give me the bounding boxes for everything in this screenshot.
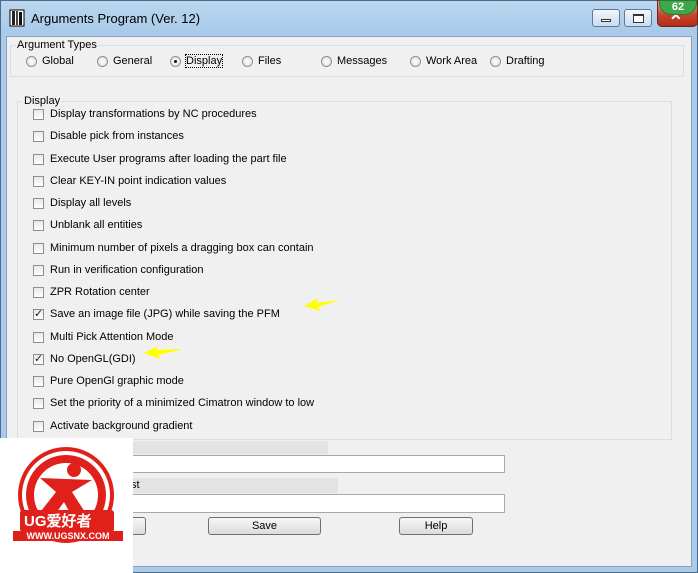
window-title: Arguments Program (Ver. 12) xyxy=(31,11,201,26)
radio-icon[interactable] xyxy=(97,56,108,67)
checkbox-icon[interactable] xyxy=(33,153,44,165)
notification-badge: 62 xyxy=(659,0,697,15)
minimize-icon xyxy=(601,19,611,22)
display-option-label: Activate background gradient xyxy=(50,419,193,432)
radio-icon[interactable] xyxy=(490,56,501,67)
display-option-label: Save an image file (JPG) while saving th… xyxy=(50,308,280,321)
radio-icon[interactable] xyxy=(321,56,332,67)
display-option-label: Execute User programs after loading the … xyxy=(50,152,287,165)
checkbox-icon[interactable] xyxy=(33,198,44,209)
title-bar[interactable]: Arguments Program (Ver. 12) ✕ 62 xyxy=(0,0,698,36)
display-option-label: Disable pick from instances xyxy=(50,130,184,143)
radio-selected-icon[interactable] xyxy=(170,56,181,67)
watermark-logo: UG爱好者 WWW.UGSNX.COM xyxy=(0,438,133,573)
text-field[interactable] xyxy=(110,494,505,513)
radio-icon[interactable] xyxy=(410,56,421,67)
checkbox-icon[interactable] xyxy=(33,398,44,410)
checkbox-icon[interactable] xyxy=(33,287,44,298)
checkbox-icon[interactable] xyxy=(33,109,44,120)
checkbox-icon[interactable] xyxy=(33,264,44,276)
checkbox-icon[interactable] xyxy=(33,331,44,343)
radio-label: Messages xyxy=(337,55,388,67)
minimize-button[interactable] xyxy=(592,9,620,27)
radio-label: Display xyxy=(184,54,224,68)
display-option-label: Unblank all entities xyxy=(50,219,143,232)
radio-label: Work Area xyxy=(426,55,478,67)
maximize-icon xyxy=(633,14,644,23)
radio-label: Files xyxy=(258,55,282,67)
text-field[interactable] xyxy=(110,455,505,473)
display-option-label: Minimum number of pixels a dragging box … xyxy=(50,241,314,254)
display-option-label: Run in verification configuration xyxy=(50,263,204,276)
radio-label: General xyxy=(113,55,153,67)
display-option-label: Pure OpenGl graphic mode xyxy=(50,375,184,387)
annotation-arrow-icon xyxy=(304,298,340,311)
watermark-text: UG爱好者 xyxy=(24,513,92,530)
display-option-label: Set the priority of a minimized Cimatron… xyxy=(50,397,315,410)
display-option-label: Display all levels xyxy=(50,197,132,209)
argument-types-legend: Argument Types xyxy=(16,39,98,51)
watermark-url: WWW.UGSNX.COM xyxy=(13,531,123,541)
checkbox-icon[interactable] xyxy=(33,242,44,254)
checkbox-checked-icon[interactable]: ✓ xyxy=(33,353,44,365)
radio-label: Global xyxy=(42,55,74,67)
display-option-label: Clear KEY-IN point indication values xyxy=(50,174,227,187)
checkbox-checked-icon[interactable]: ✓ xyxy=(33,309,44,321)
checkbox-icon[interactable] xyxy=(33,131,44,143)
help-button[interactable]: Help xyxy=(399,517,473,535)
display-legend: Display xyxy=(23,95,62,107)
display-option-label: No OpenGL(GDI) xyxy=(50,352,136,365)
book-icon[interactable] xyxy=(9,9,25,27)
radio-icon[interactable] xyxy=(242,56,253,67)
radio-icon[interactable] xyxy=(26,56,37,67)
label-strip: st xyxy=(110,478,338,493)
checkbox-icon[interactable] xyxy=(33,376,44,387)
checkbox-icon[interactable] xyxy=(33,175,44,187)
label-strip xyxy=(110,441,328,454)
maximize-button[interactable] xyxy=(624,9,652,27)
checkbox-icon[interactable] xyxy=(33,220,44,232)
display-option-label: ZPR Rotation center xyxy=(50,286,150,298)
display-option-label: Display transformations by NC procedures xyxy=(50,108,257,120)
save-button[interactable]: Save xyxy=(208,517,321,535)
display-option-label: Multi Pick Attention Mode xyxy=(50,330,174,343)
radio-label: Drafting xyxy=(506,55,545,67)
checkbox-icon[interactable] xyxy=(33,420,44,432)
annotation-arrow-icon xyxy=(144,346,180,359)
